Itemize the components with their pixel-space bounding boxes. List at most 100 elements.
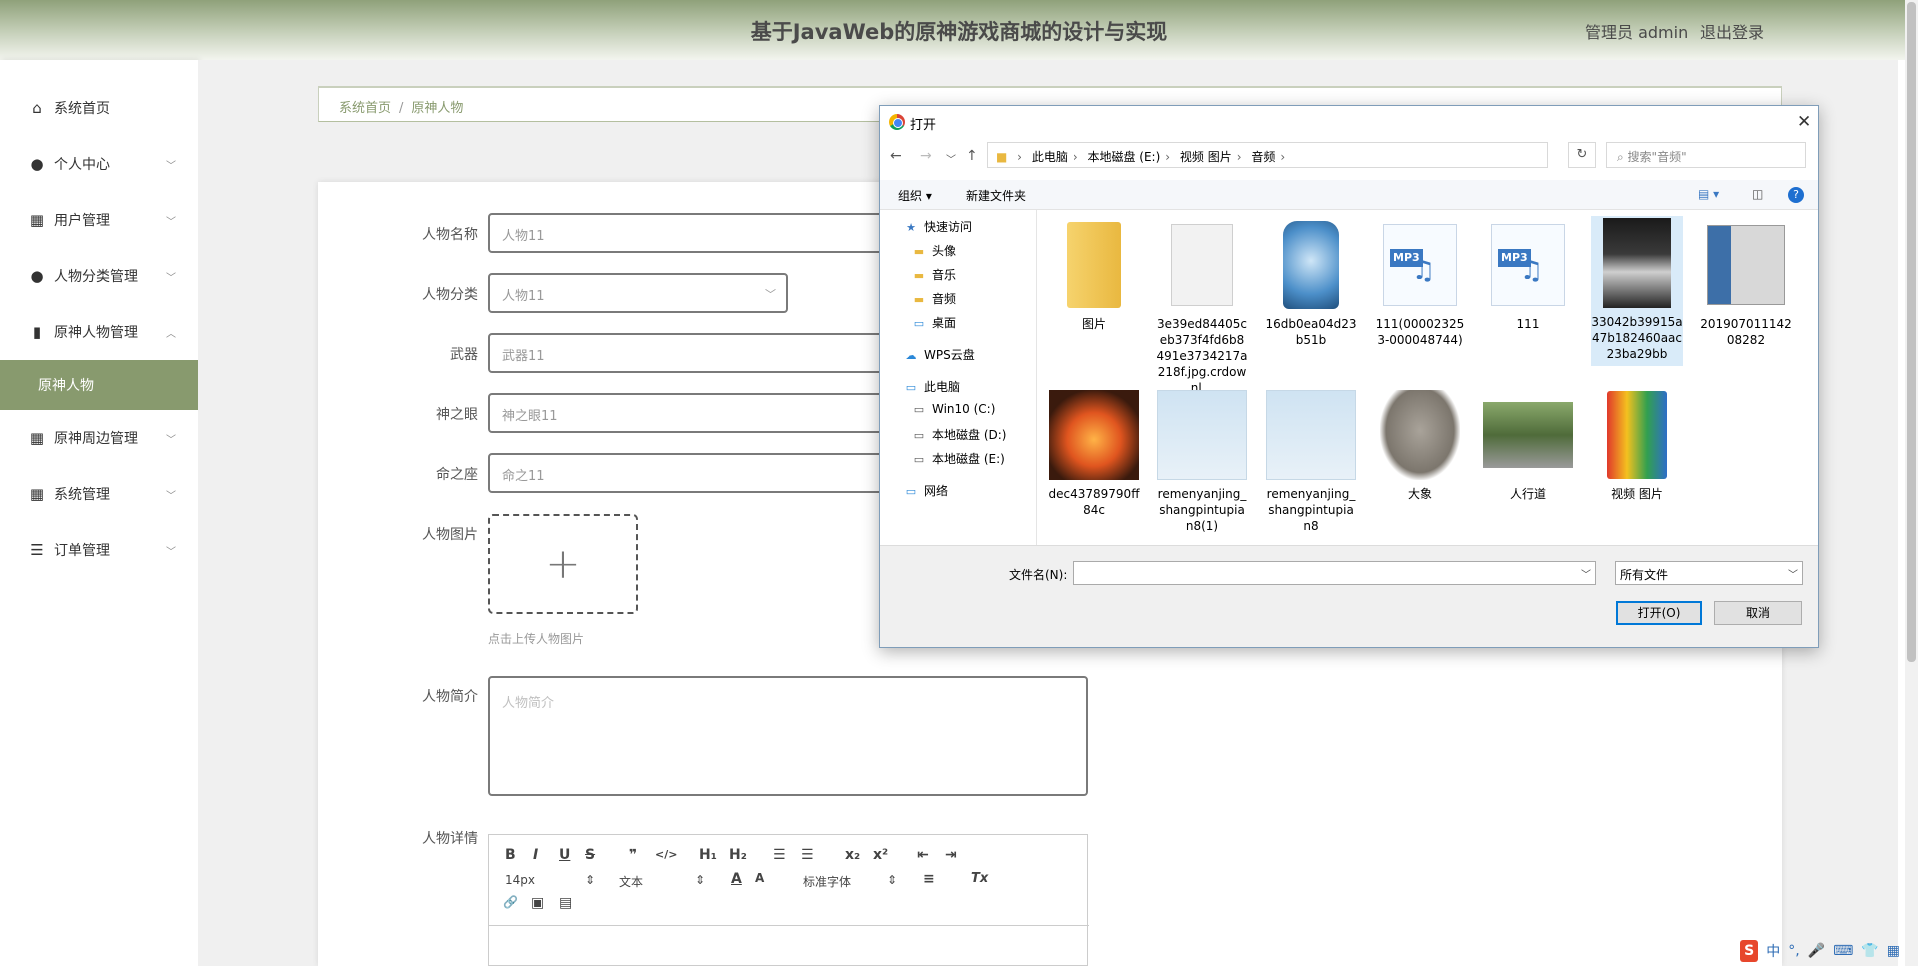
toolbox-icon[interactable]: ▦ xyxy=(1887,943,1900,959)
font-family-select[interactable]: 标准字体 xyxy=(803,873,851,890)
cancel-button[interactable]: 取消 xyxy=(1714,601,1802,625)
breadcrumb-home[interactable]: 系统首页 xyxy=(339,101,391,116)
sidebar-item-personal[interactable]: ● 个人中心 ﹀ xyxy=(0,136,198,192)
clear-format-button[interactable]: Tx xyxy=(971,871,988,886)
file-item[interactable]: 图片 xyxy=(1048,218,1140,332)
image-upload-button[interactable]: + xyxy=(488,514,638,614)
new-folder-button[interactable]: 新建文件夹 xyxy=(966,187,1026,204)
scrollbar-thumb[interactable] xyxy=(1907,2,1916,662)
tree-item-e-drive[interactable]: ▭ 本地磁盘 (E:) xyxy=(912,450,1005,467)
filetype-select[interactable]: 所有文件 ﹀ xyxy=(1615,561,1803,585)
category-select[interactable]: 人物11 ﹀ xyxy=(488,273,788,313)
file-item-selected[interactable]: 33042b39915a47b182460aac23ba29bb xyxy=(1591,216,1683,366)
intro-textarea[interactable]: 人物简介 xyxy=(488,676,1088,796)
tree-item-avatar[interactable]: ▬ 头像 xyxy=(912,242,956,259)
path-segment[interactable]: 此电脑 xyxy=(1032,150,1068,164)
file-item[interactable]: dec43789790ff84c xyxy=(1048,388,1140,518)
tree-item-d-drive[interactable]: ▭ 本地磁盘 (D:) xyxy=(912,426,1007,443)
file-item[interactable]: 大象 xyxy=(1374,388,1466,502)
sidebar-item-users[interactable]: ▦ 用户管理 ﹀ xyxy=(0,192,198,248)
address-bar[interactable]: ■ › 此电脑 › 本地磁盘 (E:) › 视频 图片 › 音频 › xyxy=(987,142,1548,168)
recent-dropdown-icon[interactable]: ﹀ xyxy=(946,151,956,166)
outdent-button[interactable]: ⇤ xyxy=(917,847,929,863)
tree-item-wps[interactable]: ☁ WPS云盘 xyxy=(904,346,975,363)
sidebar-item-character-mgmt[interactable]: ▮ 原神人物管理 ︿ xyxy=(0,304,198,360)
quote-button[interactable]: ❞ xyxy=(629,847,637,863)
tree-item-network[interactable]: ▭ 网络 xyxy=(904,482,948,499)
underline-button[interactable]: U xyxy=(559,847,570,863)
sogou-logo-icon[interactable]: S xyxy=(1740,940,1759,962)
preview-pane-icon[interactable]: ◫ xyxy=(1752,187,1763,201)
font-color-button[interactable]: A xyxy=(731,871,742,887)
subscript-button[interactable]: x₂ xyxy=(845,847,860,863)
h1-button[interactable]: H₁ xyxy=(699,847,717,863)
file-item[interactable]: 视频 图片 xyxy=(1591,388,1683,502)
superscript-button[interactable]: x² xyxy=(873,847,888,863)
list-icon: ☰ xyxy=(30,541,44,559)
path-segment[interactable]: 音频 xyxy=(1251,150,1275,164)
bullet-list-button[interactable]: ☰ xyxy=(801,847,814,863)
microphone-icon[interactable]: 🎤 xyxy=(1808,943,1825,959)
ordered-list-button[interactable]: ☰ xyxy=(773,847,786,863)
skin-icon[interactable]: 👕 xyxy=(1861,943,1878,959)
image-button[interactable]: ▣ xyxy=(531,895,544,911)
forward-arrow-icon[interactable]: → xyxy=(920,148,932,164)
logout-link[interactable]: 退出登录 xyxy=(1700,19,1764,43)
sidebar-item-category[interactable]: ● 人物分类管理 ﹀ xyxy=(0,248,198,304)
indent-button[interactable]: ⇥ xyxy=(945,847,957,863)
path-segment[interactable]: 视频 图片 xyxy=(1180,150,1232,164)
sidebar-item-label: 订单管理 xyxy=(54,543,110,559)
bold-button[interactable]: B xyxy=(505,847,516,863)
file-item[interactable]: remenyanjing_shangpintupian8 xyxy=(1265,388,1357,534)
tree-item-audio[interactable]: ▬ 音频 xyxy=(912,290,956,307)
view-options-icon[interactable]: ▤ ▾ xyxy=(1698,187,1719,201)
file-item[interactable]: 人行道 xyxy=(1482,388,1574,502)
page-scrollbar[interactable] xyxy=(1905,0,1918,966)
file-item[interactable]: remenyanjing_shangpintupian8(1) xyxy=(1156,388,1248,534)
align-button[interactable]: ≡ xyxy=(923,871,935,887)
sidebar-item-home[interactable]: ⌂ 系统首页 xyxy=(0,80,198,136)
ime-language-icon[interactable]: 中 xyxy=(1766,941,1780,961)
weapon-input[interactable]: 武器11 xyxy=(488,333,908,373)
eye-input[interactable]: 神之眼11 xyxy=(488,393,908,433)
filename-input[interactable]: ﹀ xyxy=(1073,561,1596,585)
seat-input[interactable]: 命之11 xyxy=(488,453,908,493)
search-input[interactable]: ⌕ 搜索"音频" xyxy=(1606,142,1806,168)
header-select[interactable]: 文本 xyxy=(619,873,643,890)
up-arrow-icon[interactable]: ↑ xyxy=(966,148,978,164)
code-button[interactable]: </> xyxy=(655,848,677,861)
tree-item-music[interactable]: ▬ 音乐 xyxy=(912,266,956,283)
link-button[interactable]: 🔗 xyxy=(503,895,518,909)
path-segment[interactable]: 本地磁盘 (E:) xyxy=(1087,150,1160,164)
video-button[interactable]: ▤ xyxy=(559,895,572,911)
file-item[interactable]: 3e39ed84405ceb373f4fd6b8491e3734217a218f… xyxy=(1156,218,1248,396)
sidebar-item-character[interactable]: 原神人物 xyxy=(0,360,198,410)
back-arrow-icon[interactable]: ← xyxy=(890,148,902,164)
organize-button[interactable]: 组织 ▾ xyxy=(898,187,932,204)
font-size-select[interactable]: 14px xyxy=(505,873,535,887)
tree-item-this-pc[interactable]: ▭ 此电脑 xyxy=(904,378,960,395)
file-item[interactable]: MP3 ♫ 111(000023253-000048744) xyxy=(1374,218,1466,348)
ime-punctuation-icon[interactable]: °, xyxy=(1788,943,1799,959)
file-item[interactable]: MP3 ♫ 111 xyxy=(1482,218,1574,332)
grid-icon: ▦ xyxy=(29,211,45,229)
tree-item-quick-access[interactable]: ★ 快速访问 xyxy=(904,218,972,235)
strike-button[interactable]: S xyxy=(585,847,595,863)
background-color-button[interactable]: A xyxy=(755,871,764,885)
tree-item-c-drive[interactable]: ▭ Win10 (C:) xyxy=(912,402,996,416)
sidebar-item-merch[interactable]: ▦ 原神周边管理 ﹀ xyxy=(0,410,198,466)
help-icon[interactable]: ? xyxy=(1788,187,1804,203)
italic-button[interactable]: I xyxy=(533,847,538,863)
sidebar-item-orders[interactable]: ☰ 订单管理 ﹀ xyxy=(0,522,198,578)
h2-button[interactable]: H₂ xyxy=(729,847,747,863)
tree-item-desktop[interactable]: ▭ 桌面 xyxy=(912,314,956,331)
file-item[interactable]: 16db0ea04d23b51b xyxy=(1265,218,1357,348)
sidebar-item-system[interactable]: ▦ 系统管理 ﹀ xyxy=(0,466,198,522)
open-button[interactable]: 打开(O) xyxy=(1616,601,1702,625)
file-item[interactable]: 20190701114208282 xyxy=(1700,218,1792,348)
keyboard-icon[interactable]: ⌨ xyxy=(1833,943,1853,959)
refresh-button[interactable]: ↻ xyxy=(1568,142,1596,168)
close-button[interactable]: ✕ xyxy=(1797,112,1811,132)
name-input[interactable]: 人物11 xyxy=(488,213,908,253)
editor-body[interactable] xyxy=(489,925,1089,966)
